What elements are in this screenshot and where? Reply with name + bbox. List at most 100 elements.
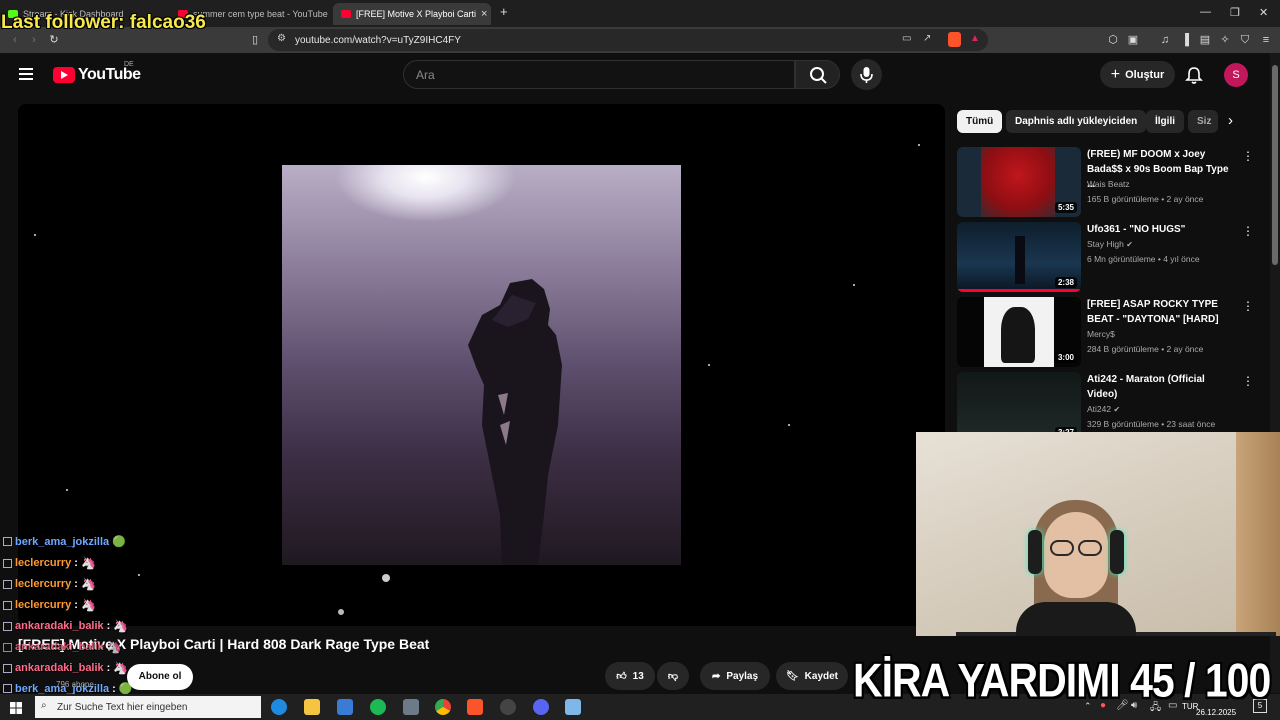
chat-message: leclercurry: 🦄: [3, 577, 96, 591]
share-icon[interactable]: ↗: [923, 33, 931, 44]
video-duration: 2:38: [1054, 277, 1077, 288]
close-window-button[interactable]: ✕: [1259, 6, 1268, 19]
menu-hamburger-icon[interactable]: [19, 68, 33, 80]
notepad-icon[interactable]: [565, 699, 581, 715]
maximize-button[interactable]: ❐: [1230, 6, 1240, 19]
chrome-icon[interactable]: [435, 699, 451, 715]
bookmark-icon: 🔖︎: [785, 670, 799, 682]
donation-goal-overlay: KİRA YARDIMI 45 / 100: [853, 654, 1271, 707]
more-options-icon[interactable]: ⋮: [1242, 299, 1254, 313]
minimize-button[interactable]: —: [1200, 6, 1211, 18]
chat-message: leclercurry: 🦄: [3, 556, 96, 570]
more-options-icon[interactable]: ⋮: [1242, 149, 1254, 163]
calculator-icon[interactable]: [403, 699, 419, 715]
chat-text: 🟢: [112, 536, 126, 548]
share-button[interactable]: ➦ Paylaş: [700, 662, 770, 690]
taskbar-search-input[interactable]: ⌕ Zur Suche Text hier eingeben: [35, 696, 261, 718]
youtube-favicon: [341, 10, 351, 18]
edge-icon[interactable]: [271, 699, 287, 715]
wallet-icon[interactable]: ▤: [1198, 33, 1212, 47]
search-icon: [810, 67, 827, 84]
chat-username: leclercurry: [15, 578, 72, 590]
obs-icon[interactable]: [500, 699, 516, 715]
sidebar-icon[interactable]: ▐: [1178, 33, 1192, 47]
video-title[interactable]: Ufo361 - "NO HUGS": [1087, 222, 1237, 237]
url-bar[interactable]: ⚙ youtube.com/watch?v=uTyZ9IHC4FY ▭ ↗ ▲: [268, 29, 988, 51]
chat-message: ankaradaki_balik: 🦄: [3, 619, 128, 633]
badge-icon: [3, 663, 12, 673]
channel-name[interactable]: Wais Beatz: [1087, 179, 1130, 189]
video-thumbnail[interactable]: 2:38: [957, 222, 1081, 292]
verified-icon: ✔: [1113, 405, 1121, 414]
save-button[interactable]: 🔖︎ Kaydet: [776, 662, 848, 690]
channel-name[interactable]: Ati242 ✔: [1087, 404, 1120, 414]
webcam-overlay: [916, 432, 1280, 636]
chip-for-you[interactable]: Siz: [1188, 110, 1218, 133]
chat-message: ankaradaki_balik: 🦄: [3, 661, 128, 675]
search-input[interactable]: Ara: [403, 60, 795, 89]
cast-icon[interactable]: ▭: [902, 33, 911, 44]
chip-all[interactable]: Tümü: [957, 110, 1003, 133]
more-options-icon[interactable]: ⋮: [1242, 224, 1254, 238]
recommendation-item[interactable]: 2:38 Ufo361 - "NO HUGS" Stay High ✔ 6 Mn…: [957, 222, 1270, 292]
video-meta: 6 Mn görüntüleme • 4 yıl önce: [1087, 254, 1200, 264]
badge-icon: [3, 642, 12, 652]
youtube-logo[interactable]: YouTube DE: [53, 61, 141, 84]
channel-name[interactable]: Stay High ✔: [1087, 239, 1133, 249]
chat-message: berk_ama_jokzilla 🟢: [3, 535, 126, 548]
thumbs-up-icon: 👍︎: [616, 671, 627, 682]
leo-ai-icon[interactable]: ✧: [1218, 33, 1232, 47]
screenshot-icon[interactable]: ▣: [1126, 33, 1140, 47]
create-button[interactable]: + Oluştur: [1100, 61, 1175, 88]
video-title[interactable]: [FREE] ASAP ROCKY TYPE BEAT - "DAYTONA" …: [1087, 297, 1237, 327]
date-text: 26.12.2025: [1196, 708, 1237, 717]
video-meta: 284 B görüntüleme • 2 ay önce: [1087, 344, 1204, 354]
close-tab-icon[interactable]: ×: [481, 8, 487, 20]
brave-shield-icon[interactable]: [948, 32, 961, 47]
subscribe-button[interactable]: Abone ol: [127, 664, 193, 690]
chat-username: ankaradaki_balik: [15, 641, 104, 653]
like-button[interactable]: 👍︎ 13: [605, 662, 655, 690]
menu-icon[interactable]: ≡: [1259, 33, 1273, 47]
site-info-icon[interactable]: ⚙: [277, 33, 286, 44]
chip-related[interactable]: İlgili: [1146, 110, 1184, 133]
plus-icon: +: [1110, 65, 1121, 83]
store-icon[interactable]: [337, 699, 353, 715]
dislike-button[interactable]: 👎︎: [657, 662, 689, 690]
video-cover-art: [282, 165, 681, 565]
notifications-bell-icon[interactable]: [1185, 66, 1203, 84]
more-options-icon[interactable]: ⋮: [1242, 374, 1254, 388]
create-label: Oluştur: [1125, 68, 1165, 81]
channel-name[interactable]: Mercy$: [1087, 329, 1115, 339]
reload-icon[interactable]: ↻: [47, 33, 61, 47]
vpn-icon[interactable]: ⛉: [1238, 33, 1252, 47]
chat-text: 🦄: [106, 640, 122, 654]
chat-text: 🦄: [113, 619, 129, 633]
tab-current-video[interactable]: [FREE] Motive X Playboi Carti ×: [333, 3, 491, 25]
recommendation-item[interactable]: 3:00 [FREE] ASAP ROCKY TYPE BEAT - "DAYT…: [957, 297, 1270, 367]
discord-icon[interactable]: [533, 699, 549, 715]
chevron-right-icon[interactable]: ›: [1228, 112, 1233, 129]
video-player[interactable]: [18, 104, 945, 626]
bookmark-icon[interactable]: ▯: [248, 33, 262, 47]
back-icon[interactable]: ‹: [8, 33, 22, 47]
chip-from-uploader[interactable]: Daphnis adlı yükleyiciden: [1006, 110, 1147, 133]
file-explorer-icon[interactable]: [304, 699, 320, 715]
badge-icon: [3, 579, 12, 589]
forward-icon[interactable]: ›: [27, 33, 41, 47]
brave-icon[interactable]: [467, 699, 483, 715]
voice-search-button[interactable]: [851, 59, 882, 90]
video-thumbnail[interactable]: 5:35: [957, 147, 1081, 217]
like-count: 13: [632, 670, 644, 682]
user-avatar[interactable]: S: [1224, 63, 1248, 87]
windows-start-icon[interactable]: [10, 701, 22, 714]
video-thumbnail[interactable]: 3:00: [957, 297, 1081, 367]
search-button[interactable]: [795, 60, 840, 89]
video-title[interactable]: Ati242 - Maraton (Official Video): [1087, 372, 1237, 402]
music-icon[interactable]: ♫: [1158, 33, 1172, 47]
rewards-icon[interactable]: ▲: [970, 33, 980, 44]
spotify-icon[interactable]: [370, 699, 386, 715]
recommendation-item[interactable]: 5:35 (FREE) MF DOOM x Joey Bada$$ x 90s …: [957, 147, 1270, 217]
extensions-icon[interactable]: ⬡: [1106, 33, 1120, 47]
new-tab-button[interactable]: +: [500, 4, 508, 19]
